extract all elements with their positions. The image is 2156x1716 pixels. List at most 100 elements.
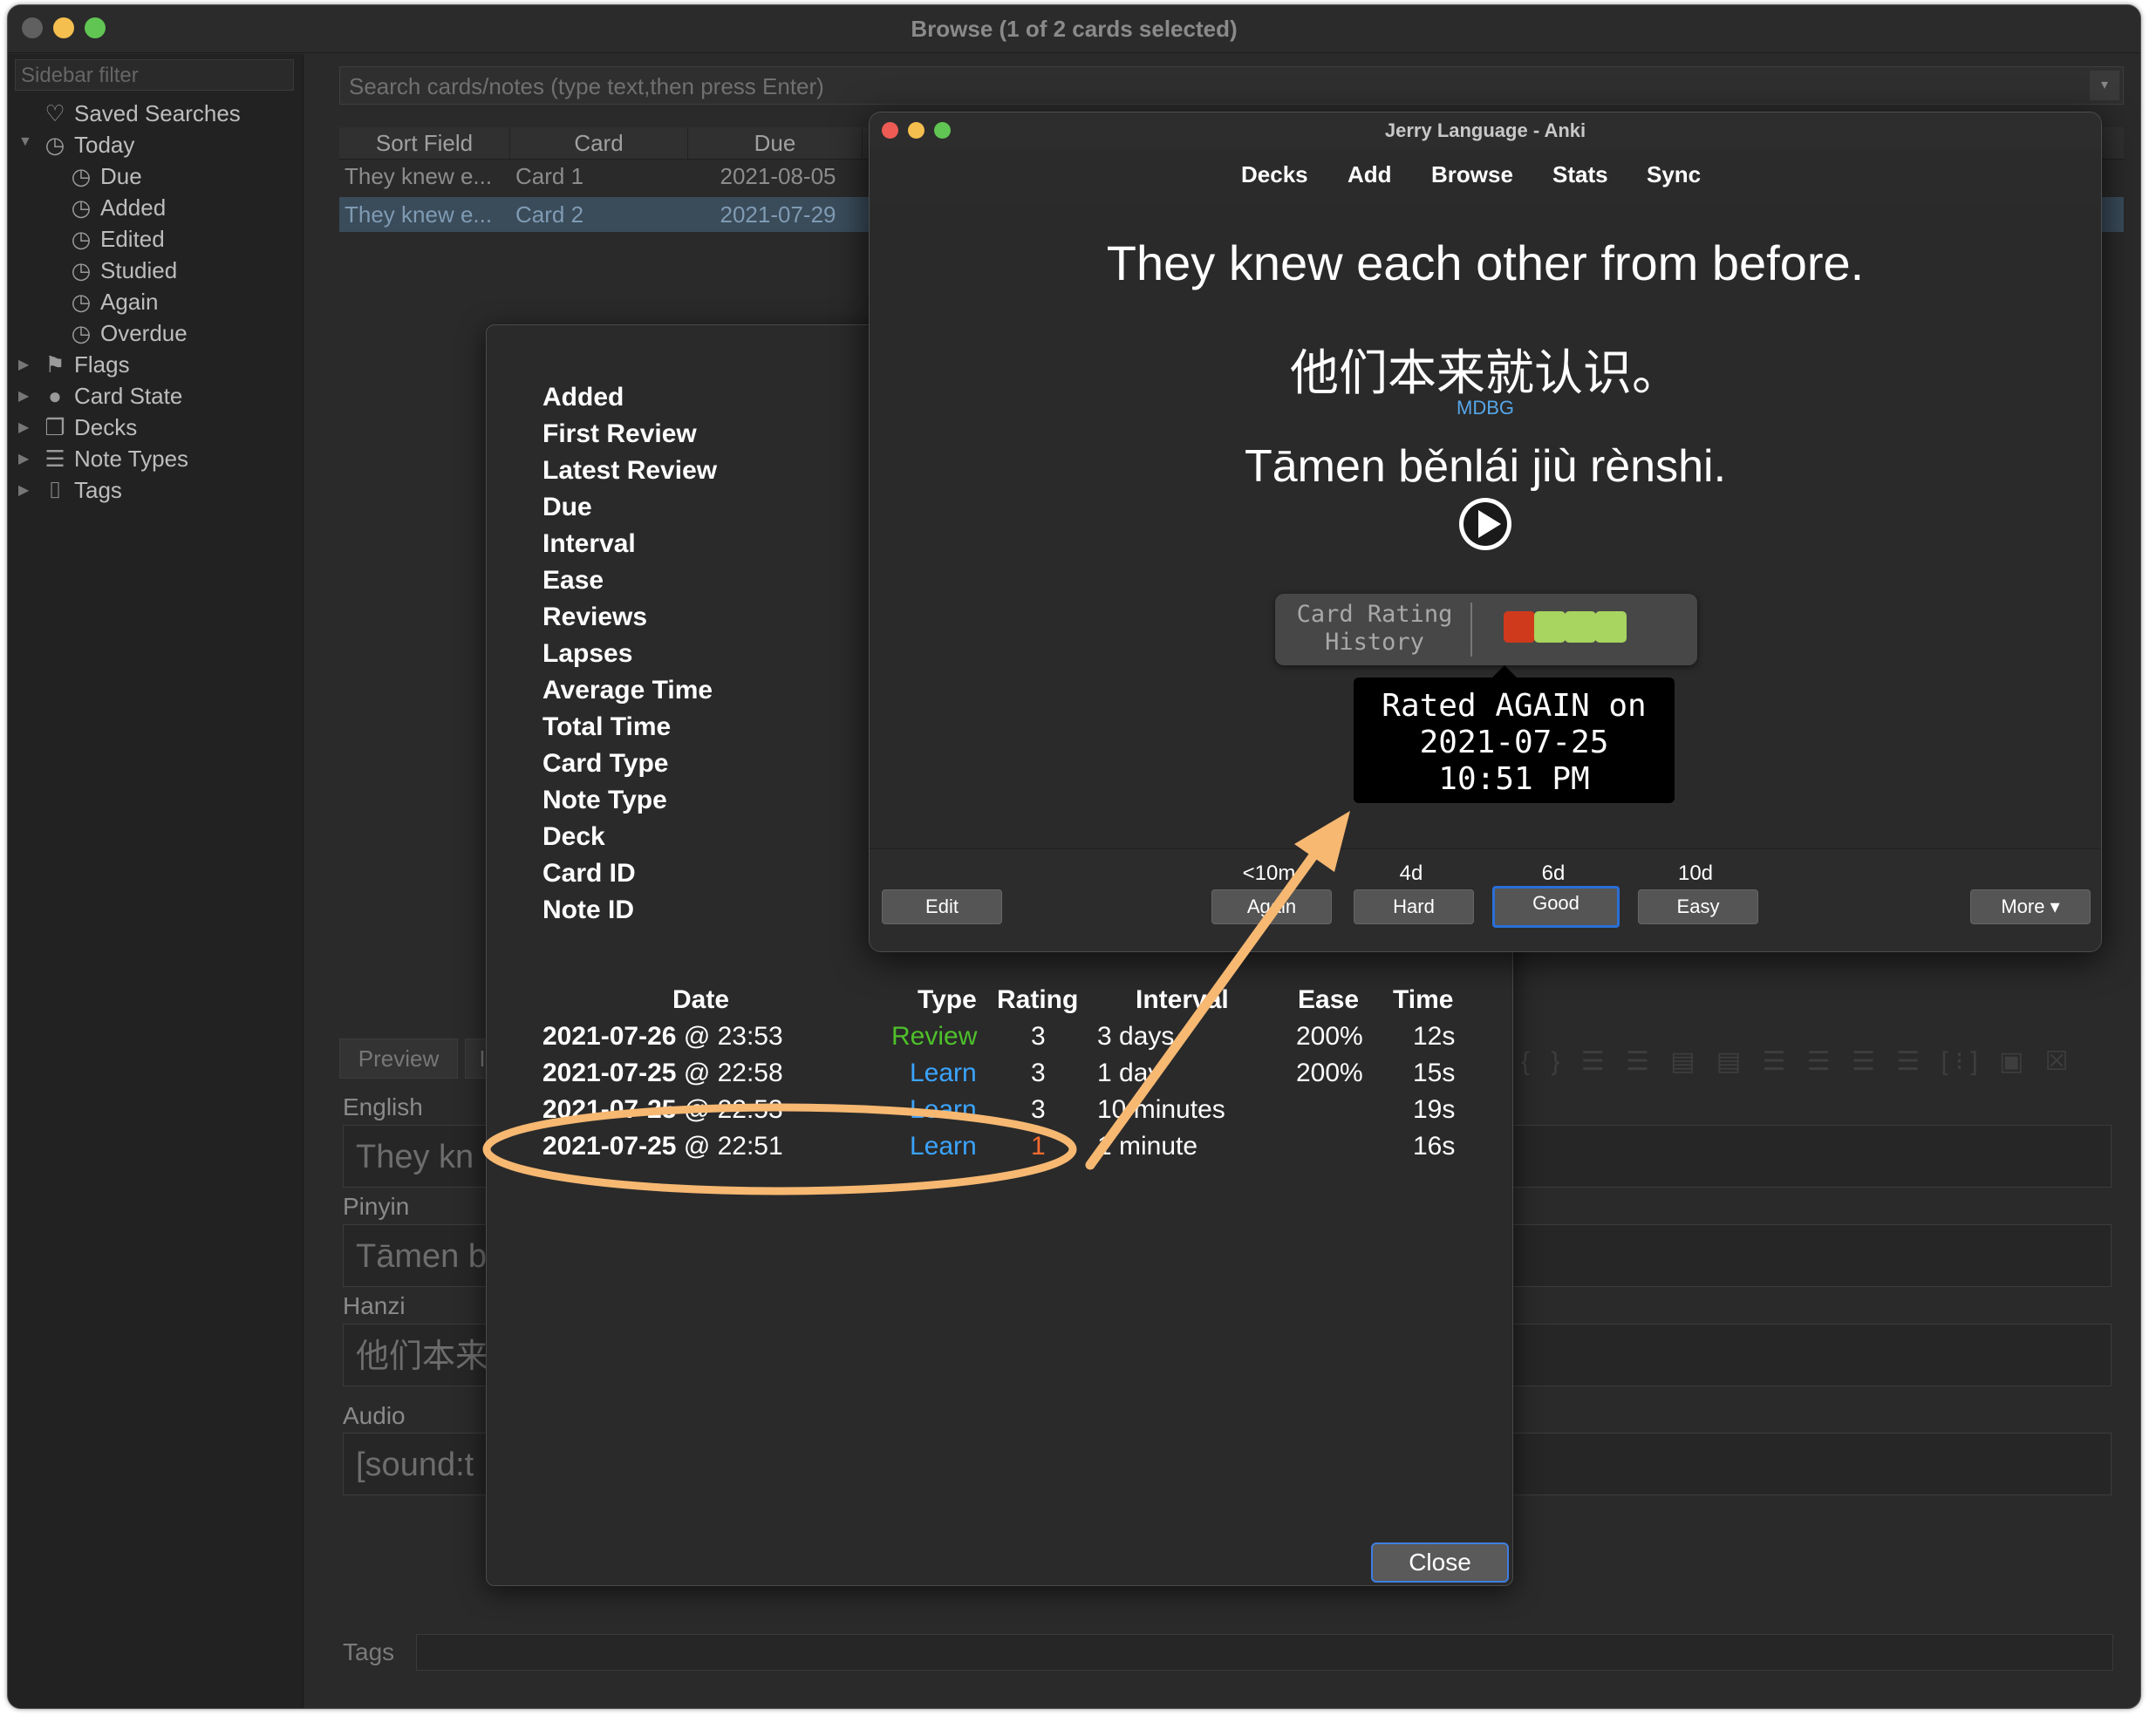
field-label-english: English <box>343 1093 423 1120</box>
review-type: Learn <box>910 1059 977 1087</box>
nav-decks[interactable]: Decks <box>1241 161 1308 188</box>
flag-icon: ⚑ <box>44 351 65 378</box>
sidebar-item-overdue[interactable]: ◷ Overdue <box>69 317 188 349</box>
clock-icon: ◷ <box>71 226 92 252</box>
info-key: Deck <box>542 822 605 851</box>
clock-icon: ◷ <box>44 132 65 158</box>
sidebar-item-label: Due <box>100 163 142 189</box>
review-interval: 10 minutes <box>1097 1095 1225 1124</box>
sidebar-item-saved-searches[interactable]: ♡ Saved Searches <box>43 98 241 129</box>
sidebar-item-flags[interactable]: ⚑ Flags <box>43 349 129 380</box>
mdbg-link[interactable]: MDBG <box>870 397 2101 419</box>
rating-divider <box>1470 603 1472 657</box>
sidebar-item-card-state[interactable]: ● Card State <box>43 380 182 412</box>
info-key: Note Type <box>542 786 667 814</box>
sidebar-item-label: Tags <box>74 477 122 503</box>
review-date-time: @ 22:58 <box>683 1059 783 1087</box>
card-content: They knew each other from before. 他们本来就认… <box>870 203 2101 848</box>
nav-browse[interactable]: Browse <box>1431 161 1513 188</box>
info-key: Average Time <box>542 676 713 705</box>
easy-button[interactable]: Easy <box>1638 889 1758 924</box>
info-key: Ease <box>542 566 604 595</box>
play-audio-icon[interactable] <box>1457 496 1513 552</box>
review-date-day: 2021-07-25 <box>542 1059 677 1087</box>
sidebar-item-note-types[interactable]: ☰ Note Types <box>43 443 188 474</box>
sidebar-item-label: Again <box>100 289 159 315</box>
card-rating-history: Card Rating History <box>1275 594 1697 665</box>
list-icon: ☰ <box>44 446 65 472</box>
column-due[interactable]: Due <box>688 127 863 159</box>
edit-button[interactable]: Edit <box>882 889 1002 924</box>
sidebar-item-label: Decks <box>74 414 138 440</box>
review-header-interval: Interval <box>1136 985 1229 1014</box>
review-rating: 3 <box>1031 1095 1046 1124</box>
card-pinyin: Tāmen běnlái jiù rènshi. <box>1244 441 1727 492</box>
info-key: Card Type <box>542 749 669 778</box>
anki-titlebar: Jerry Language - Anki <box>870 112 2101 148</box>
heart-icon: ♡ <box>44 100 65 126</box>
sidebar-item-tags[interactable]: ⌷ Tags <box>43 474 122 506</box>
review-interval: 3 days <box>1097 1022 1175 1051</box>
review-rating: 1 <box>1031 1132 1046 1161</box>
cell-sort-field: They knew e... <box>345 201 493 228</box>
sidebar-item-due[interactable]: ◷ Due <box>69 160 142 192</box>
rating-tooltip: Rated AGAIN on 2021-07-25 10:51 PM <box>1354 678 1675 803</box>
tab-preview[interactable]: Preview <box>339 1038 458 1079</box>
tags-input[interactable] <box>416 1634 2113 1671</box>
sidebar-item-label: Overdue <box>100 320 188 346</box>
nav-add[interactable]: Add <box>1348 161 1392 188</box>
cell-card: Card 2 <box>515 201 584 228</box>
card-english: They knew each other from before. <box>1106 235 1865 290</box>
chevron-right-icon[interactable]: ▶ <box>18 450 29 467</box>
info-key: Added <box>542 383 624 412</box>
chevron-right-icon[interactable]: ▶ <box>18 419 29 436</box>
sidebar-item-edited[interactable]: ◷ Edited <box>69 223 165 255</box>
circle-icon: ● <box>48 383 62 409</box>
chevron-down-icon[interactable]: ▾ <box>2090 71 2119 100</box>
cell-card: Card 1 <box>515 163 584 189</box>
sidebar-item-studied[interactable]: ◷ Studied <box>69 255 178 286</box>
interval-easy: 10d <box>1677 861 1714 885</box>
chevron-right-icon[interactable]: ▶ <box>18 356 29 373</box>
column-card[interactable]: Card <box>510 127 688 159</box>
cards-icon: ❐ <box>44 414 65 440</box>
browse-sidebar: Sidebar filter ♡ Saved Searches ▼ ◷ Today … <box>8 54 304 1708</box>
good-button[interactable]: Good <box>1492 886 1620 928</box>
review-date: 2021-07-25 @ 22:51 <box>542 1132 783 1161</box>
sidebar-item-label: Saved Searches <box>74 100 241 126</box>
nav-sync[interactable]: Sync <box>1647 161 1701 188</box>
search-input[interactable]: Search cards/notes (type text,then press… <box>339 66 2124 105</box>
sidebar-item-decks[interactable]: ❐ Decks <box>43 412 137 443</box>
hard-button[interactable]: Hard <box>1354 889 1474 924</box>
close-button[interactable]: Close <box>1371 1542 1509 1583</box>
editor-toolbar[interactable]: { } ☰ ☰ ▤ ▤ ☰ ☰ ☰ ☰ [⁝] ▣ ☒ <box>1521 1046 2076 1077</box>
sidebar-item-again[interactable]: ◷ Again <box>69 286 159 317</box>
interval-good: 6d <box>1541 861 1566 885</box>
info-key: Lapses <box>542 639 633 668</box>
review-date-time: @ 23:53 <box>683 1022 783 1051</box>
sidebar-item-added[interactable]: ◷ Added <box>69 192 167 223</box>
card-hanzi: 他们本来就认识。 <box>1290 345 1681 402</box>
tags-label: Tags <box>343 1638 395 1665</box>
nav-stats[interactable]: Stats <box>1552 161 1608 188</box>
review-date-day: 2021-07-25 <box>542 1095 677 1124</box>
chevron-right-icon[interactable]: ▶ <box>18 387 29 405</box>
review-ease: 200% <box>1296 1059 1363 1087</box>
rating-square-good[interactable] <box>1565 611 1596 643</box>
rating-square-again[interactable] <box>1504 611 1535 643</box>
rating-square-good[interactable] <box>1595 611 1627 643</box>
column-sort-field[interactable]: Sort Field <box>339 127 510 159</box>
sidebar-item-today[interactable]: ◷ Today <box>43 129 135 160</box>
review-time: 16s <box>1413 1132 1456 1161</box>
clock-icon: ◷ <box>71 163 92 189</box>
again-button[interactable]: Again <box>1211 889 1332 924</box>
review-header-rating: Rating <box>997 985 1079 1014</box>
chevron-down-icon[interactable]: ▼ <box>18 134 32 150</box>
info-key: Total Time <box>542 712 672 741</box>
review-rating: 3 <box>1031 1022 1046 1051</box>
chevron-right-icon[interactable]: ▶ <box>18 481 29 499</box>
browse-titlebar: Browse (1 of 2 cards selected) <box>8 5 2140 53</box>
more-button[interactable]: More ▾ <box>1970 889 2091 924</box>
sidebar-filter-input[interactable]: Sidebar filter <box>15 59 294 91</box>
rating-square-good[interactable] <box>1534 611 1566 643</box>
